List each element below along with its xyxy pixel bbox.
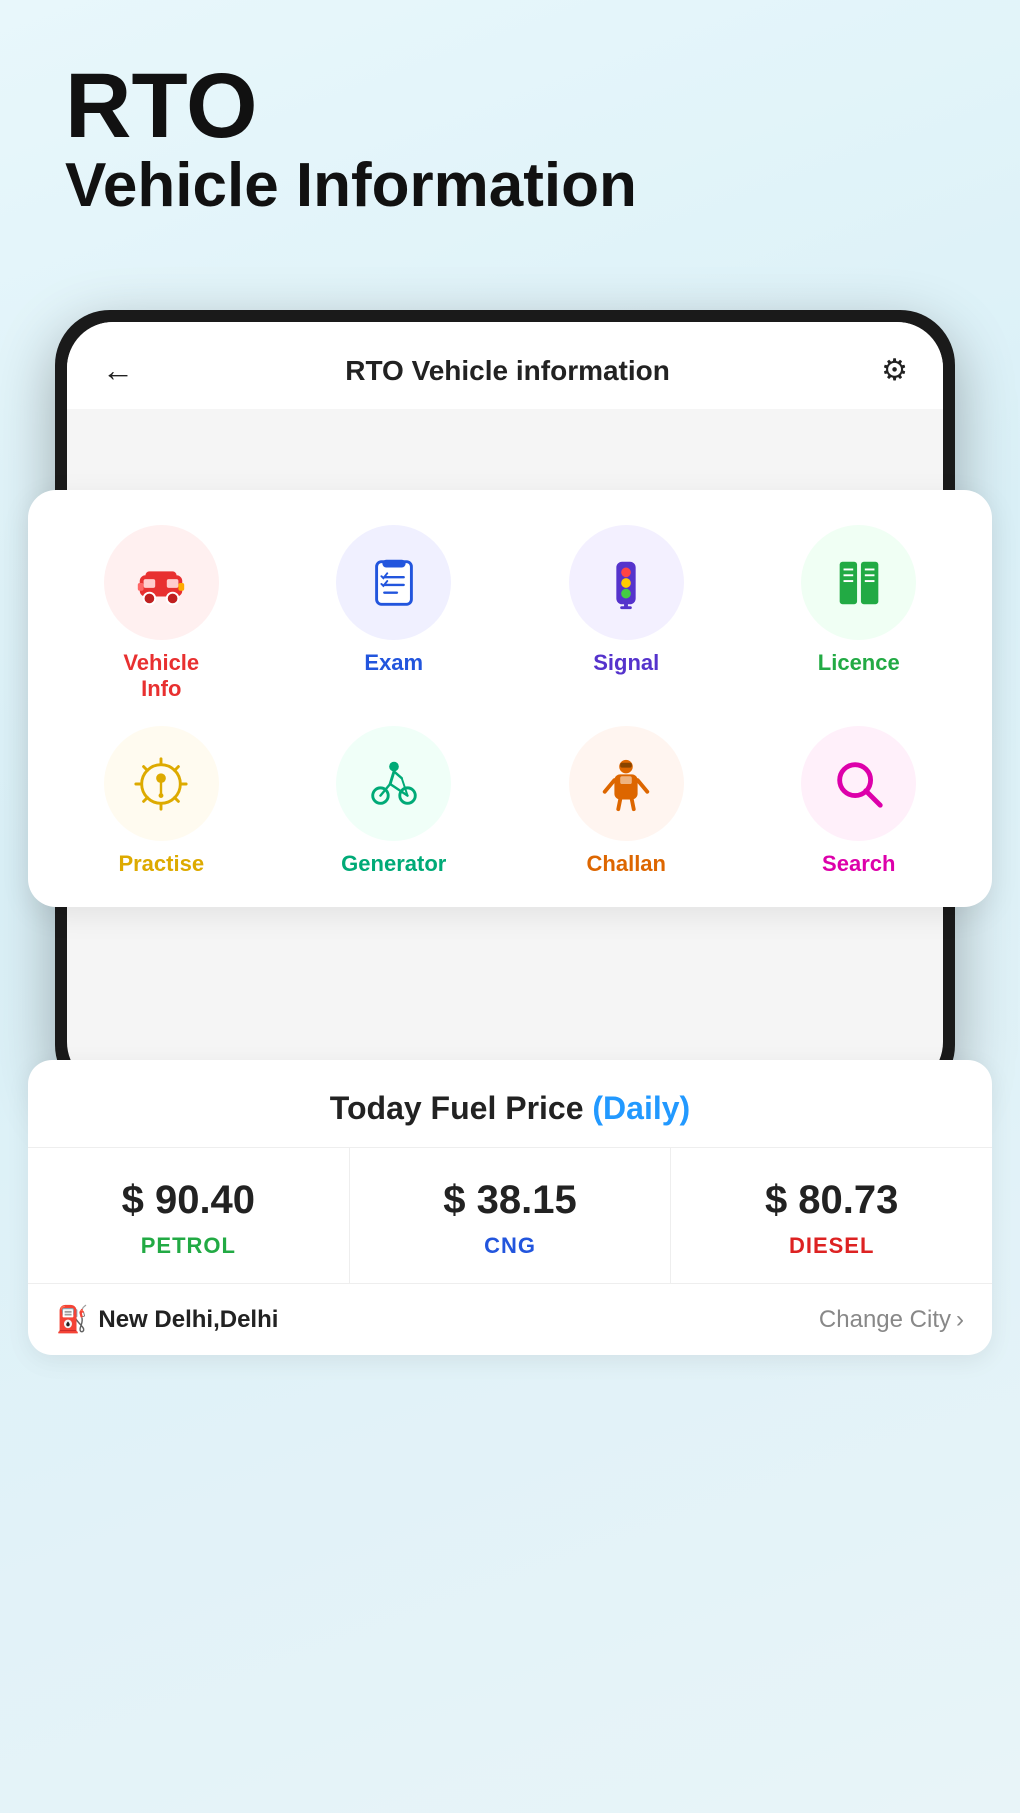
menu-item-search[interactable]: Search (751, 726, 968, 877)
search-label: Search (822, 851, 895, 877)
cng-amount: $ 38.15 (360, 1178, 661, 1223)
challan-icon-circle (569, 726, 684, 841)
app-bar: ← RTO Vehicle information ⚙ (67, 322, 943, 409)
signal-icon-circle (569, 525, 684, 640)
app-bar-title: RTO Vehicle information (345, 355, 670, 387)
fuel-prices-row: $ 90.40 PETROL $ 38.15 CNG $ 80.73 DIESE… (28, 1147, 992, 1283)
city-info: ⛽ New Delhi,Delhi (56, 1304, 278, 1335)
vehicle-info-icon (132, 554, 190, 612)
back-button[interactable]: ← (102, 352, 134, 389)
chevron-right-icon: › (956, 1306, 964, 1334)
signal-label: Signal (593, 650, 659, 676)
vehicle-info-icon-circle (104, 525, 219, 640)
practise-icon-circle (104, 726, 219, 841)
menu-grid: VehicleInfo Exam (53, 525, 967, 877)
generator-icon (365, 755, 423, 813)
generator-icon-circle (336, 726, 451, 841)
fuel-price-card: Today Fuel Price (Daily) $ 90.40 PETROL … (28, 1060, 992, 1355)
settings-icon[interactable]: ⚙ (881, 353, 908, 388)
city-name: New Delhi,Delhi (98, 1306, 278, 1334)
petrol-amount: $ 90.40 (38, 1178, 339, 1223)
change-city-label: Change City (819, 1306, 951, 1334)
cng-label: CNG (360, 1233, 661, 1259)
diesel-amount: $ 80.73 (681, 1178, 982, 1223)
menu-item-licence[interactable]: Licence (751, 525, 968, 702)
practise-icon (132, 755, 190, 813)
header-section: RTO Vehicle Information (65, 60, 637, 220)
menu-card: VehicleInfo Exam (28, 490, 992, 907)
vehicle-info-label: VehicleInfo (123, 650, 199, 702)
licence-label: Licence (818, 650, 900, 676)
search-icon-circle (801, 726, 916, 841)
menu-item-signal[interactable]: Signal (518, 525, 735, 702)
exam-icon (365, 554, 423, 612)
petrol-col: $ 90.40 PETROL (28, 1148, 350, 1283)
fuel-price-title: Today Fuel Price (Daily) (28, 1060, 992, 1147)
petrol-label: PETROL (38, 1233, 339, 1259)
exam-label: Exam (364, 650, 423, 676)
challan-label: Challan (587, 851, 666, 877)
app-title-rto: RTO (65, 60, 637, 152)
cng-col: $ 38.15 CNG (350, 1148, 672, 1283)
practise-label: Practise (118, 851, 204, 877)
app-title-subtitle: Vehicle Information (65, 152, 637, 220)
licence-icon (830, 554, 888, 612)
change-city-button[interactable]: Change City › (819, 1306, 964, 1334)
licence-icon-circle (801, 525, 916, 640)
challan-icon (597, 755, 655, 813)
diesel-label: DIESEL (681, 1233, 982, 1259)
menu-item-practise[interactable]: Practise (53, 726, 270, 877)
menu-item-generator[interactable]: Generator (286, 726, 503, 877)
search-icon (830, 755, 888, 813)
signal-icon (597, 554, 655, 612)
fuel-footer: ⛽ New Delhi,Delhi Change City › (28, 1283, 992, 1355)
exam-icon-circle (336, 525, 451, 640)
menu-item-challan[interactable]: Challan (518, 726, 735, 877)
generator-label: Generator (341, 851, 446, 877)
diesel-col: $ 80.73 DIESEL (671, 1148, 992, 1283)
fuel-station-icon: ⛽ (56, 1304, 88, 1335)
menu-item-exam[interactable]: Exam (286, 525, 503, 702)
menu-item-vehicle-info[interactable]: VehicleInfo (53, 525, 270, 702)
